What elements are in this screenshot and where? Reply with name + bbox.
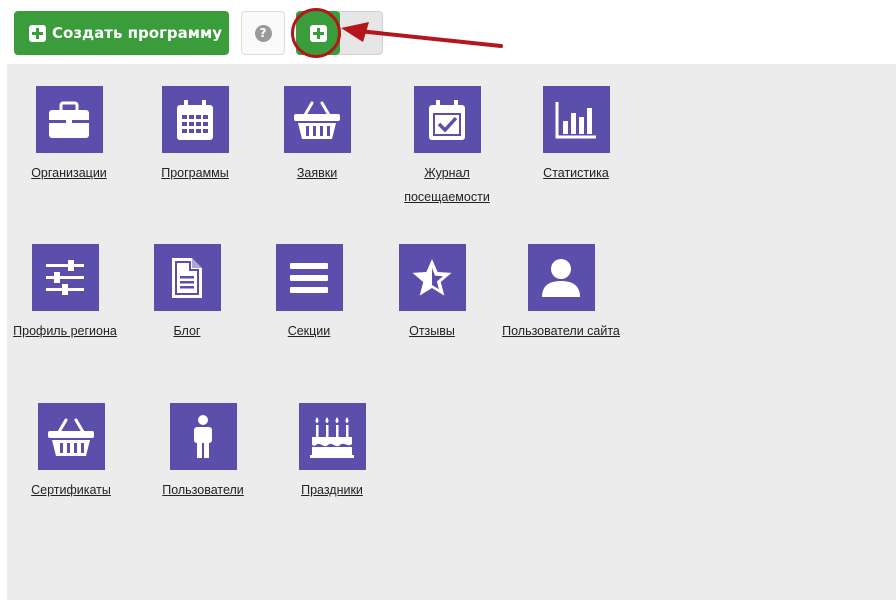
- tile-label[interactable]: Организации: [4, 161, 134, 185]
- tile-blog[interactable]: Блог: [122, 244, 252, 343]
- briefcase-icon: [35, 86, 103, 153]
- create-program-button[interactable]: Создать программу: [14, 11, 229, 55]
- help-button[interactable]: ?: [241, 11, 285, 55]
- tile-region-profile[interactable]: Профиль региона: [0, 244, 130, 343]
- secondary-button[interactable]: [336, 11, 383, 55]
- add-button[interactable]: [296, 11, 340, 55]
- bar-chart-icon: [542, 86, 610, 153]
- plus-square-icon: [309, 24, 327, 42]
- tile-applications[interactable]: Заявки: [252, 86, 382, 185]
- tile-label[interactable]: Статистика: [511, 161, 641, 185]
- list-icon: [275, 244, 343, 311]
- sliders-icon: [31, 244, 99, 311]
- birthday-cake-icon: [298, 403, 366, 470]
- tile-holidays[interactable]: Праздники: [267, 403, 397, 502]
- tile-label[interactable]: Отзывы: [367, 319, 497, 343]
- tile-label[interactable]: Профиль региона: [0, 319, 130, 343]
- tile-label[interactable]: Праздники: [267, 478, 397, 502]
- person-icon: [169, 403, 237, 470]
- tile-label[interactable]: Пользователи сайта: [496, 319, 626, 343]
- document-icon: [153, 244, 221, 311]
- tile-statistics[interactable]: Статистика: [511, 86, 641, 185]
- tile-label[interactable]: Блог: [122, 319, 252, 343]
- tile-certificates[interactable]: Сертификаты: [6, 403, 136, 502]
- tile-reviews[interactable]: Отзывы: [367, 244, 497, 343]
- calendar-icon: [161, 86, 229, 153]
- toolbar: Создать программу ?: [0, 0, 896, 64]
- basket-icon: [283, 86, 351, 153]
- tile-label[interactable]: Секции: [244, 319, 374, 343]
- star-icon: [398, 244, 466, 311]
- tile-label[interactable]: Журнал посещаемости: [382, 161, 512, 209]
- tile-sections[interactable]: Секции: [244, 244, 374, 343]
- tile-label[interactable]: Заявки: [252, 161, 382, 185]
- tile-label[interactable]: Программы: [130, 161, 260, 185]
- tile-label[interactable]: Пользователи: [138, 478, 268, 502]
- tile-site-users[interactable]: Пользователи сайта: [496, 244, 626, 343]
- tile-attendance-journal[interactable]: Журнал посещаемости: [382, 86, 512, 209]
- create-program-label: Создать программу: [52, 24, 223, 42]
- tile-label[interactable]: Сертификаты: [6, 478, 136, 502]
- user-icon: [527, 244, 595, 311]
- calendar-check-icon: [413, 86, 481, 153]
- tile-users[interactable]: Пользователи: [138, 403, 268, 502]
- basket-icon: [37, 403, 105, 470]
- question-circle-icon: ?: [254, 24, 272, 42]
- plus-square-icon: [29, 24, 46, 42]
- tile-organizations[interactable]: Организации: [4, 86, 134, 185]
- tile-programs[interactable]: Программы: [130, 86, 260, 185]
